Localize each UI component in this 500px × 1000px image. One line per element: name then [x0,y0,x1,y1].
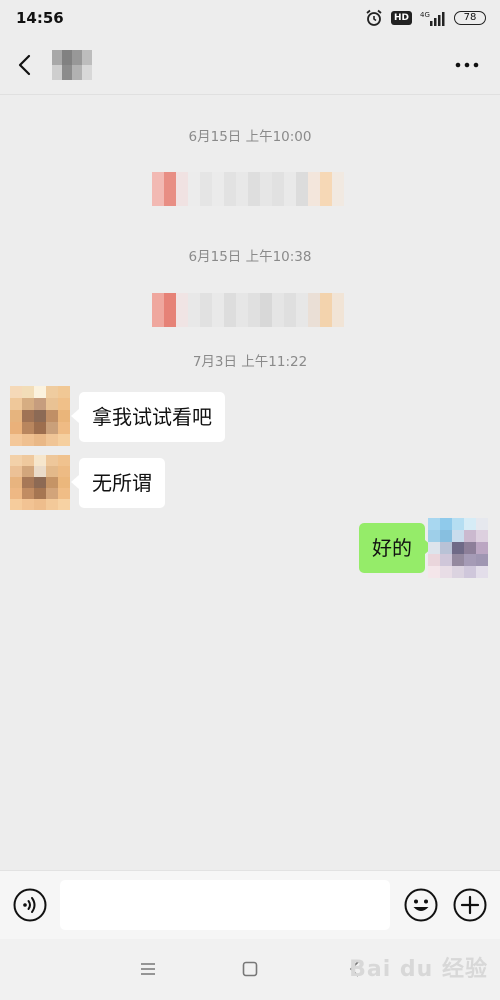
voice-icon[interactable] [13,888,47,922]
message-timestamp: 7月3日 上午11:22 [192,354,308,370]
home-square-icon[interactable] [240,959,260,979]
message-bubble-outgoing[interactable]: 好的 [359,523,433,573]
message-timestamp: 6月15日 上午10:00 [188,129,312,145]
message-timestamp: 6月15日 上午10:38 [188,249,312,265]
my-avatar[interactable] [428,518,488,578]
watermark: Bai du 经验 [349,957,488,982]
blurred-message [152,172,344,206]
more-dots-icon[interactable] [454,58,480,72]
input-bar [0,870,500,939]
alarm-clock-icon [366,9,382,26]
status-icons: HD 4G 78 [365,8,486,28]
message-bubble-incoming[interactable]: 无所谓 [71,458,165,508]
system-nav-bar: Bai du 经验 [0,939,500,1000]
chevron-left-icon[interactable] [12,50,40,80]
menu-icon[interactable] [138,959,158,979]
status-time: 14:56 [16,9,64,27]
contact-avatar[interactable] [10,386,70,446]
message-input[interactable] [60,880,390,930]
emoji-icon[interactable] [404,888,438,922]
chat-header [0,36,500,95]
contact-avatar[interactable] [10,455,70,510]
signal-4g-icon: 4G [420,11,445,26]
network-label: 4G [420,11,430,19]
contact-name-blurred [52,50,92,80]
hd-badge: HD [390,11,412,25]
message-bubble-incoming[interactable]: 拿我试试看吧 [71,392,225,442]
plus-icon[interactable] [453,888,487,922]
blurred-message [152,293,344,327]
status-bar: 14:56 HD 4G 78 [0,0,500,36]
battery-indicator: 78 [454,11,486,25]
